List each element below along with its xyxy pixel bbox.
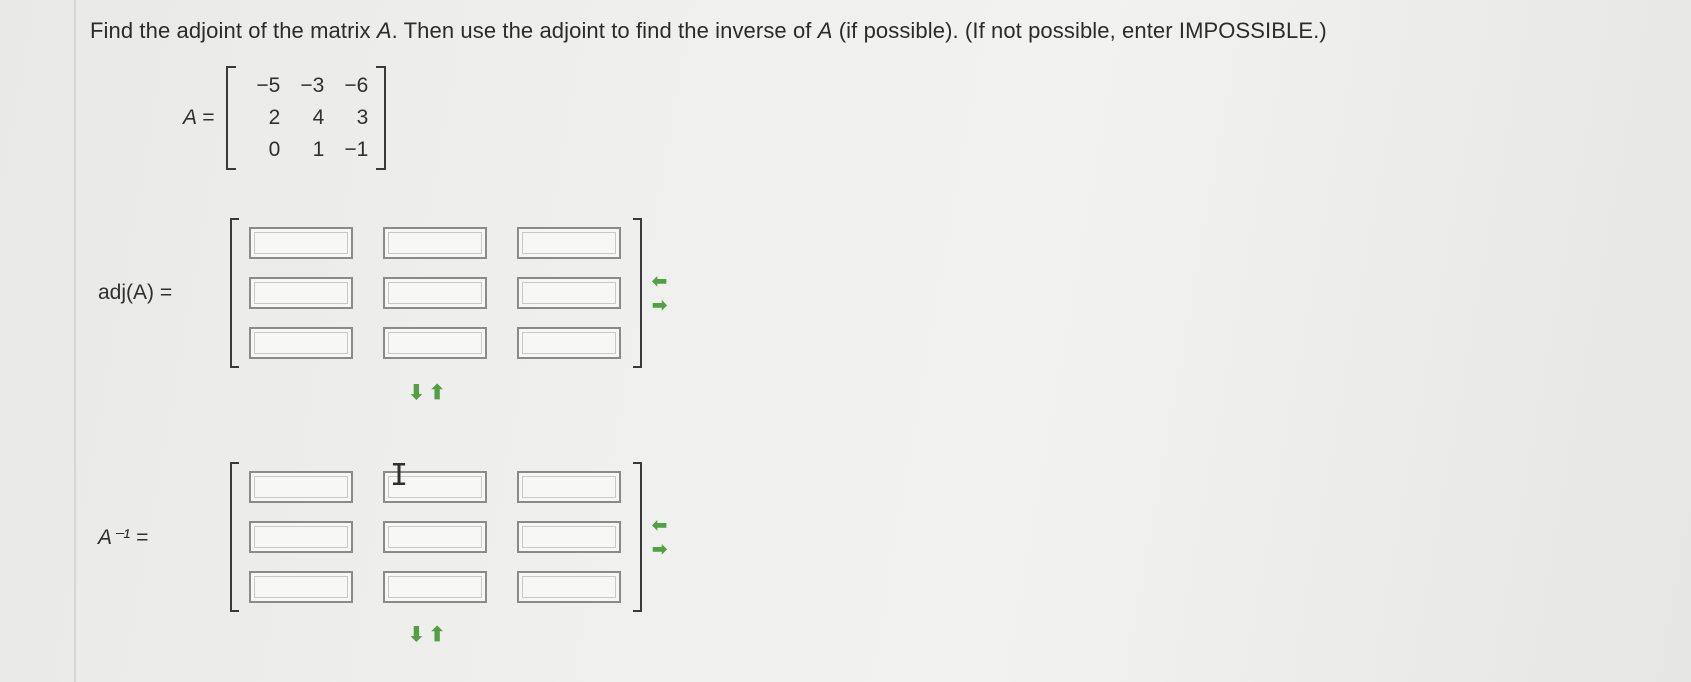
inverse-cell-2-1[interactable] (249, 521, 353, 553)
given-matrix: A = −5 −3 −6 2 4 3 0 1 −1 (183, 66, 387, 170)
inverse-cell-3-1[interactable] (249, 571, 353, 603)
inverse-cell-1-1[interactable] (249, 471, 353, 503)
matrix-entry: 3 (356, 106, 369, 129)
given-matrix-grid: −5 −3 −6 2 4 3 0 1 −1 (236, 68, 376, 168)
add-column-arrow-icon[interactable]: ➡ (652, 293, 667, 317)
matrix-entry: −5 (256, 74, 281, 97)
remove-column-arrow-icon[interactable]: ⬅ (652, 269, 667, 293)
matrix-entry: −3 (300, 74, 325, 97)
adjoint-cell-1-3[interactable] (517, 227, 621, 259)
matrix-entry: 1 (312, 138, 325, 161)
inverse-cell-3-2[interactable] (383, 571, 487, 603)
left-right-arrows-icon[interactable]: ⬅ ➡ (652, 269, 667, 317)
adjoint-cell-3-2[interactable] (383, 327, 487, 359)
matrix-var-a: A (376, 18, 392, 43)
left-bracket (230, 462, 239, 612)
add-row-arrow-icon[interactable]: ⬇ (408, 624, 429, 646)
remove-row-arrow-icon[interactable]: ⬆ (429, 624, 450, 646)
question-part-1: Find the adjoint of the matrix (90, 18, 377, 43)
matrix-var-a-2: A (817, 18, 833, 43)
adjoint-label: adj(A) = (98, 281, 173, 304)
inverse-input-grid (239, 462, 633, 612)
add-row-arrow-icon[interactable]: ⬇ (408, 382, 429, 404)
adjoint-cell-2-2[interactable] (383, 277, 487, 309)
down-up-arrows-icon[interactable]: ⬇⬆ (408, 380, 450, 405)
inverse-cell-3-3[interactable] (517, 571, 621, 603)
left-bracket (230, 218, 239, 368)
down-up-arrows-icon[interactable]: ⬇⬆ (408, 622, 450, 647)
matrix-entry: −6 (344, 74, 369, 97)
inverse-cell-1-3[interactable] (517, 471, 621, 503)
inverse-matrix: A⁻¹ = ⬅ ➡ (98, 462, 667, 612)
adjoint-cell-3-3[interactable] (517, 327, 621, 359)
left-right-arrows-icon[interactable]: ⬅ ➡ (652, 513, 667, 561)
add-column-arrow-icon[interactable]: ➡ (652, 537, 667, 561)
left-bracket (226, 66, 237, 170)
adjoint-matrix: adj(A) = ⬅ ➡ (98, 218, 667, 368)
adjoint-input-grid (239, 218, 633, 368)
question-part-3: (if possible). (If not possible, enter I… (832, 18, 1327, 43)
adjoint-cell-1-2[interactable] (383, 227, 487, 259)
panel-left-edge (74, 0, 76, 682)
question-part-2: . Then use the adjoint to find the inver… (391, 18, 818, 43)
right-bracket (376, 66, 387, 170)
matrix-entry: 0 (268, 138, 281, 161)
given-matrix-label: A = (183, 106, 215, 129)
adjoint-cell-2-1[interactable] (249, 277, 353, 309)
question-text: Find the adjoint of the matrix A. Then u… (90, 18, 1327, 44)
adjoint-cell-3-1[interactable] (249, 327, 353, 359)
inverse-cell-2-3[interactable] (517, 521, 621, 553)
remove-row-arrow-icon[interactable]: ⬆ (429, 382, 450, 404)
right-bracket (633, 218, 642, 368)
matrix-entry: 4 (312, 106, 325, 129)
adjoint-cell-2-3[interactable] (517, 277, 621, 309)
remove-column-arrow-icon[interactable]: ⬅ (652, 513, 667, 537)
matrix-entry: 2 (268, 106, 281, 129)
matrix-entry: −1 (344, 138, 369, 161)
inverse-cell-2-2[interactable] (383, 521, 487, 553)
right-bracket (633, 462, 642, 612)
ibeam-cursor-icon: I (390, 458, 409, 493)
adjoint-cell-1-1[interactable] (249, 227, 353, 259)
inverse-label: A⁻¹ = (98, 525, 149, 549)
